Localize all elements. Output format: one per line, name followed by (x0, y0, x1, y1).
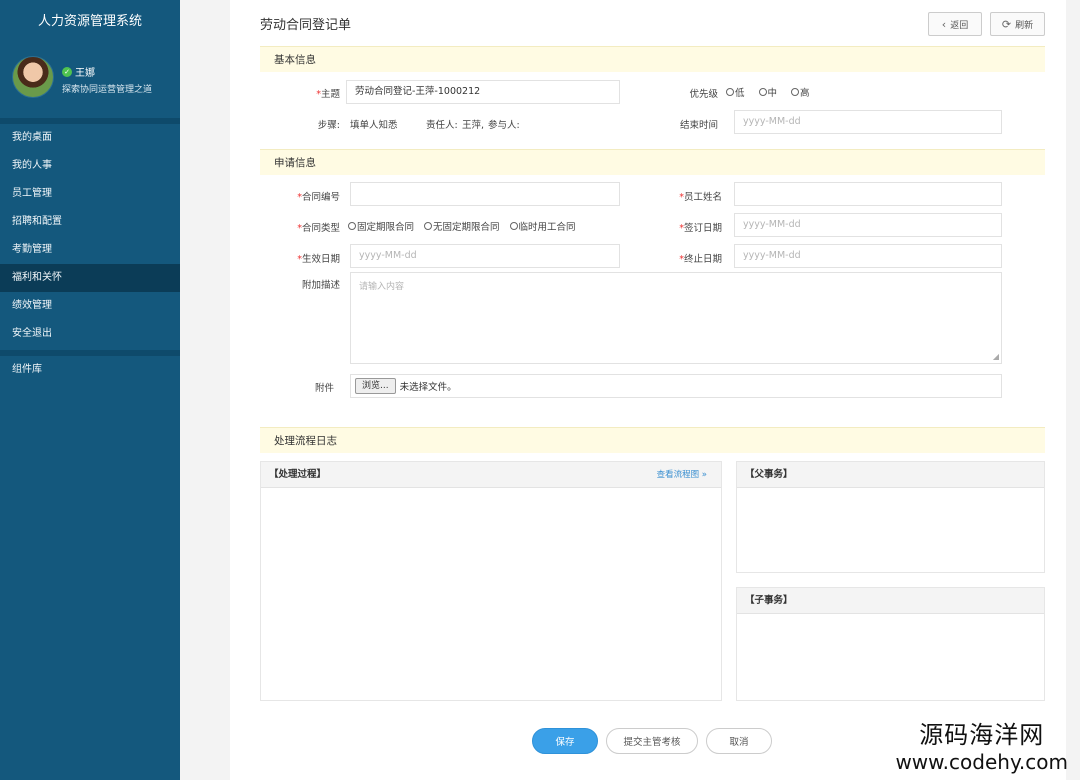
contract-type-open-radio[interactable]: 无固定期限合同 (424, 219, 500, 233)
subject-label: *主题 (316, 89, 340, 100)
chevron-left-icon: ‹ (941, 17, 947, 31)
avatar[interactable] (12, 56, 54, 98)
watermark-en: www.codehy.com (895, 750, 1068, 774)
radio-circle-icon (791, 88, 800, 96)
owner-value: 王萍, (462, 120, 485, 131)
contract-type-label: *合同类型 (297, 223, 340, 234)
effective-date-label: *生效日期 (297, 254, 340, 265)
contract-no-input[interactable] (350, 182, 620, 206)
owner-label: 责任人: (426, 120, 458, 131)
sidebar-item-my-hr[interactable]: 我的人事 (0, 152, 180, 180)
user-name-row: ✓ 王娜 (62, 64, 95, 79)
sidebar-item-recruitment[interactable]: 招聘和配置 (0, 208, 180, 236)
priority-radio-group: 低 中 高 (726, 85, 810, 99)
user-box: ✓ 王娜 探索协同运营管理之道 (0, 44, 180, 118)
user-name[interactable]: 王娜 (75, 64, 95, 79)
priority-low-radio[interactable]: 低 (726, 85, 745, 99)
description-label: 附加描述 (301, 280, 340, 291)
cancel-button[interactable]: 取消 (706, 728, 772, 754)
watermark-cn: 源码海洋网 (919, 721, 1045, 749)
radio-circle-icon (348, 222, 356, 230)
sidebar-item-components[interactable]: 组件库 (0, 356, 180, 384)
contract-type-radio-group: 固定期限合同 无固定期限合同 临时用工合同 (348, 219, 576, 233)
section-process-log: 处理流程日志 (260, 427, 1045, 453)
sign-date-input[interactable]: yyyy-MM-dd (734, 213, 1002, 237)
priority-label: 优先级 (689, 89, 718, 100)
process-panel-title: 【处理过程】 (269, 469, 327, 480)
process-panel: 【处理过程】 查看流程图 » (260, 461, 722, 701)
child-task-panel-header: 【子事务】 (737, 588, 1044, 614)
priority-medium-radio[interactable]: 中 (758, 85, 777, 99)
refresh-icon: ⟳ (1001, 17, 1012, 31)
subject-input[interactable]: 劳动合同登记-王萍-1000212 (346, 80, 620, 104)
contract-no-label: *合同编号 (297, 192, 340, 203)
sidebar: 人力资源管理系统 ✓ 王娜 探索协同运营管理之道 我的桌面 我的人事 员工管理 … (0, 0, 180, 780)
view-flowchart-link[interactable]: 查看流程图 » (657, 462, 707, 488)
browse-button[interactable]: 浏览... (355, 378, 396, 394)
effective-date-input[interactable]: yyyy-MM-dd (350, 244, 620, 268)
back-label: 返回 (950, 20, 969, 31)
steps-value: 填单人知悉 (350, 120, 398, 131)
watermark: 源码海洋网 www.codehy.com (895, 715, 1068, 774)
end-date-label: *终止日期 (679, 254, 722, 265)
refresh-button[interactable]: ⟳ 刷新 (990, 12, 1045, 36)
employee-name-input[interactable] (734, 182, 1002, 206)
submit-review-button[interactable]: 提交主管考核 (606, 728, 698, 754)
sidebar-item-performance[interactable]: 绩效管理 (0, 292, 180, 320)
refresh-label: 刷新 (1015, 20, 1034, 31)
save-button[interactable]: 保存 (532, 728, 598, 754)
main-content: 劳动合同登记单 ‹ 返回 ⟳ 刷新 基本信息 *主题 劳动合同登记-王萍-100… (230, 0, 1066, 780)
participant-label: 参与人: (488, 120, 520, 131)
end-date-input[interactable]: yyyy-MM-dd (734, 244, 1002, 268)
contract-type-fixed-radio[interactable]: 固定期限合同 (348, 219, 414, 233)
radio-circle-icon (509, 222, 518, 230)
attachment-file-input: 浏览... 未选择文件。 (350, 374, 1002, 398)
sidebar-item-employees[interactable]: 员工管理 (0, 180, 180, 208)
radio-circle-icon (758, 88, 767, 96)
steps-label: 步骤: (317, 120, 340, 131)
sidebar-item-desktop[interactable]: 我的桌面 (0, 124, 180, 152)
page-title: 劳动合同登记单 (260, 18, 352, 33)
app-title: 人力资源管理系统 (37, 14, 142, 29)
priority-high-radio[interactable]: 高 (791, 85, 810, 99)
sidebar-item-logout[interactable]: 安全退出 (0, 320, 180, 348)
child-task-panel: 【子事务】 (736, 587, 1045, 701)
radio-circle-icon (424, 222, 433, 230)
user-motto: 探索协同运营管理之道 (62, 85, 153, 95)
attachment-label: 附件 (314, 383, 334, 394)
resize-handle-icon[interactable]: ◢ (993, 352, 999, 361)
parent-task-panel-header: 【父事务】 (737, 462, 1044, 488)
contract-type-temp-radio[interactable]: 临时用工合同 (509, 219, 576, 233)
nav-divider (0, 348, 180, 356)
description-placeholder: 请输入内容 (359, 282, 405, 292)
sidebar-item-attendance[interactable]: 考勤管理 (0, 236, 180, 264)
employee-name-label: *员工姓名 (679, 192, 722, 203)
back-button[interactable]: ‹ 返回 (928, 12, 982, 36)
description-textarea[interactable]: 请输入内容 ◢ (350, 272, 1002, 364)
nav-list: 我的桌面 我的人事 员工管理 招聘和配置 考勤管理 福利和关怀 绩效管理 安全退… (0, 124, 180, 348)
parent-task-panel: 【父事务】 (736, 461, 1045, 573)
online-status-icon: ✓ (62, 66, 72, 77)
radio-circle-icon (726, 88, 734, 96)
no-file-text: 未选择文件。 (399, 382, 457, 393)
section-apply-info: 申请信息 (260, 149, 1045, 175)
sign-date-label: *签订日期 (679, 223, 722, 234)
end-time-input[interactable]: yyyy-MM-dd (734, 110, 1002, 134)
section-basic-info: 基本信息 (260, 46, 1045, 72)
process-panel-header: 【处理过程】 查看流程图 » (261, 462, 721, 488)
sidebar-item-welfare[interactable]: 福利和关怀 (0, 264, 180, 292)
end-time-label: 结束时间 (679, 120, 718, 131)
